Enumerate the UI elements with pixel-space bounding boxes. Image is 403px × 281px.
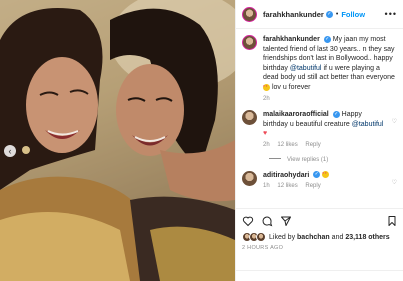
caption: farahkhankunder ✓ My jaan my most talent…	[242, 35, 397, 104]
post-time-ago[interactable]: 2 HOURS AGO	[242, 245, 398, 251]
previous-photo-button[interactable]: ‹	[4, 145, 16, 157]
replies-line	[269, 158, 281, 160]
instagram-post: ‹ farahkhankunder ✓ • Follow ••• farahkh…	[0, 0, 403, 281]
post-actions: Liked by bachchan and 23,118 others 2 HO…	[236, 208, 403, 251]
separator-dot: •	[335, 10, 339, 18]
caption-text-3: lov u forever	[271, 83, 311, 91]
caption-mention[interactable]: @tabutiful	[290, 65, 322, 72]
author-avatar[interactable]	[242, 6, 257, 22]
caption-author[interactable]: farahkhankunder	[263, 36, 320, 43]
comment-time[interactable]: 2h	[263, 142, 270, 148]
comment-avatar[interactable]	[242, 170, 257, 186]
verified-badge-icon: ✓	[325, 10, 333, 18]
comment-item: aditiraohydari ✓ 1h 12 likes Reply ♡	[242, 170, 397, 192]
heart-eyes-emoji-icon	[263, 83, 270, 91]
caption-meta: 2h	[263, 95, 397, 105]
action-icons	[242, 213, 398, 229]
caption-time[interactable]: 2h	[263, 96, 270, 102]
photo-illustration	[0, 0, 235, 281]
likes-count[interactable]: 23,118 others	[345, 234, 389, 241]
comment-author[interactable]: malaikaaroraofficial	[263, 111, 329, 118]
heart-eyes-emoji-icon	[322, 171, 330, 179]
heart-icon[interactable]	[242, 215, 254, 227]
comment-icon[interactable]	[261, 215, 273, 227]
view-replies-label: View replies (1)	[287, 156, 329, 163]
post-side-panel: farahkhankunder ✓ • Follow ••• farahkhan…	[235, 0, 403, 281]
likes-summary: Liked by bachchan and 23,118 others	[242, 232, 398, 242]
comment-likes[interactable]: 12 likes	[277, 142, 297, 148]
comment-author[interactable]: aditiraohydari	[263, 172, 309, 179]
follow-button[interactable]: Follow	[341, 10, 365, 19]
comment-like-heart-icon[interactable]: ♡	[392, 118, 397, 150]
verified-badge-icon: ✓	[332, 110, 340, 118]
bookmark-icon[interactable]	[386, 215, 398, 227]
likes-text: Liked by bachchan and 23,118 others	[269, 234, 390, 241]
view-replies-button[interactable]: View replies (1)	[269, 157, 397, 163]
red-heart-emoji-icon: ♥	[263, 130, 268, 138]
comments-section: farahkhankunder ✓ My jaan my most talent…	[236, 29, 403, 214]
add-comment-bar[interactable]	[236, 270, 403, 281]
comment-meta: 2h 12 likes Reply	[263, 141, 388, 151]
post-photo[interactable]: ‹	[0, 0, 235, 281]
comment-item: malaikaaroraofficial ✓ Happy birthday u …	[242, 110, 397, 150]
share-icon[interactable]	[280, 215, 292, 227]
liker-avatar[interactable]	[256, 232, 266, 242]
likes-user[interactable]: bachchan	[297, 234, 330, 241]
comment-likes[interactable]: 12 likes	[277, 183, 297, 189]
comment-mention[interactable]: @tabutiful	[352, 121, 384, 128]
more-options-icon[interactable]: •••	[385, 9, 397, 19]
caption-avatar[interactable]	[242, 35, 257, 50]
author-username[interactable]: farahkhankunder	[263, 10, 324, 19]
comment-like-heart-icon[interactable]: ♡	[392, 179, 397, 192]
comment-reply-button[interactable]: Reply	[305, 183, 320, 189]
comment-reply-button[interactable]: Reply	[305, 142, 320, 148]
verified-badge-icon: ✓	[313, 171, 321, 179]
comment-time[interactable]: 1h	[263, 183, 270, 189]
post-header: farahkhankunder ✓ • Follow •••	[236, 0, 403, 29]
likes-conj: and	[331, 233, 344, 241]
comment-avatar[interactable]	[242, 110, 257, 126]
likes-prefix: Liked by	[269, 233, 296, 241]
comment-meta: 1h 12 likes Reply	[263, 182, 388, 192]
verified-badge-icon: ✓	[323, 35, 331, 43]
